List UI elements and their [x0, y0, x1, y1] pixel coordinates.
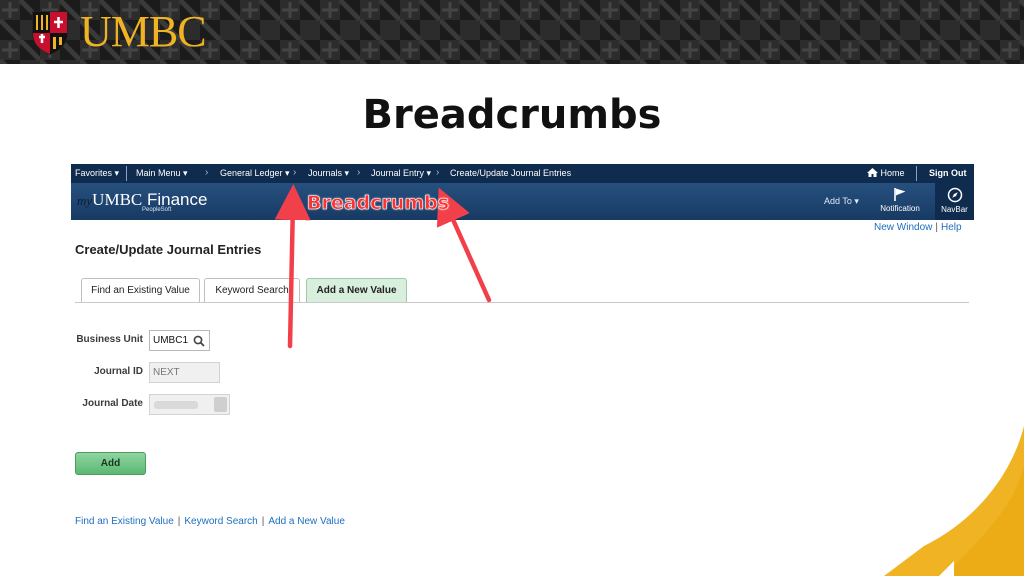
journal-date-label: Journal Date — [82, 398, 143, 409]
flag-icon — [894, 188, 906, 201]
umbc-banner: UMBC — [0, 0, 1024, 64]
add-new-value-link[interactable]: Add a New Value — [268, 516, 345, 527]
tab-keyword-search[interactable]: Keyword Search — [204, 278, 300, 303]
favorites-menu[interactable]: Favorites ▾ — [75, 168, 119, 179]
journal-date-field[interactable] — [149, 394, 230, 415]
main-menu[interactable]: Main Menu ▾ — [136, 168, 188, 179]
breadcrumb-general-ledger[interactable]: General Ledger ▾ — [220, 168, 290, 179]
umbc-wordmark: UMBC — [80, 7, 207, 56]
peoplesoft-screenshot: Favorites ▾ Main Menu ▾ › General Ledger… — [71, 164, 974, 544]
divider — [126, 166, 127, 181]
home-icon — [867, 168, 878, 177]
calendar-icon[interactable] — [214, 397, 227, 412]
home-link[interactable]: Home — [867, 168, 905, 178]
breadcrumb-journals[interactable]: Journals ▾ — [308, 168, 349, 179]
business-unit-label: Business Unit — [76, 334, 143, 345]
corner-decoration — [884, 426, 1024, 576]
top-navigation-bar: Favorites ▾ Main Menu ▾ › General Ledger… — [71, 164, 974, 183]
tab-add-new-value[interactable]: Add a New Value — [306, 278, 407, 303]
help-link[interactable]: Help — [941, 222, 962, 233]
add-to-menu[interactable]: Add To ▾ — [824, 196, 859, 207]
journal-id-field[interactable]: NEXT — [149, 362, 220, 383]
add-button[interactable]: Add — [75, 452, 146, 475]
umbc-logo: UMBC — [30, 7, 207, 57]
tab-find-existing-value[interactable]: Find an Existing Value — [81, 278, 200, 303]
breadcrumb-separator: › — [436, 167, 440, 178]
sign-out-link[interactable]: Sign Out — [929, 168, 967, 178]
link-separator: | — [935, 222, 938, 233]
breadcrumb-create-update-journal-entries[interactable]: Create/Update Journal Entries — [450, 168, 571, 178]
navbar-button[interactable]: NavBar — [935, 183, 974, 220]
breadcrumbs-annotation: Breadcrumbs — [307, 192, 450, 215]
compass-icon — [947, 187, 962, 203]
page-title: Create/Update Journal Entries — [75, 242, 262, 257]
blurred-date-value — [154, 401, 198, 409]
application-header: myUMBC Finance PeopleSoft Add To ▾ Notif… — [71, 183, 974, 220]
tab-divider — [75, 302, 969, 303]
link-separator: | — [261, 516, 265, 527]
find-existing-value-link[interactable]: Find an Existing Value — [75, 516, 174, 527]
new-window-link[interactable]: New Window — [874, 222, 932, 233]
keyword-search-link[interactable]: Keyword Search — [184, 516, 257, 527]
business-unit-field[interactable]: UMBC1 — [149, 330, 210, 351]
bottom-links: Find an Existing Value | Keyword Search | Ad… — [75, 516, 345, 527]
breadcrumb-separator: › — [357, 167, 361, 178]
link-separator: | — [177, 516, 181, 527]
page-links: New Window | Help — [874, 222, 962, 233]
breadcrumb-separator: › — [205, 167, 209, 178]
breadcrumb-separator: › — [293, 167, 297, 178]
notification-button[interactable]: Notification — [874, 187, 926, 213]
maryland-shield-icon — [32, 11, 68, 55]
divider — [916, 166, 917, 181]
slide-title: Breadcrumbs — [362, 92, 662, 138]
journal-id-label: Journal ID — [94, 366, 143, 377]
peoplesoft-label: PeopleSoft — [142, 207, 172, 213]
search-icon[interactable] — [193, 335, 205, 347]
breadcrumb-journal-entry[interactable]: Journal Entry ▾ — [371, 168, 431, 179]
